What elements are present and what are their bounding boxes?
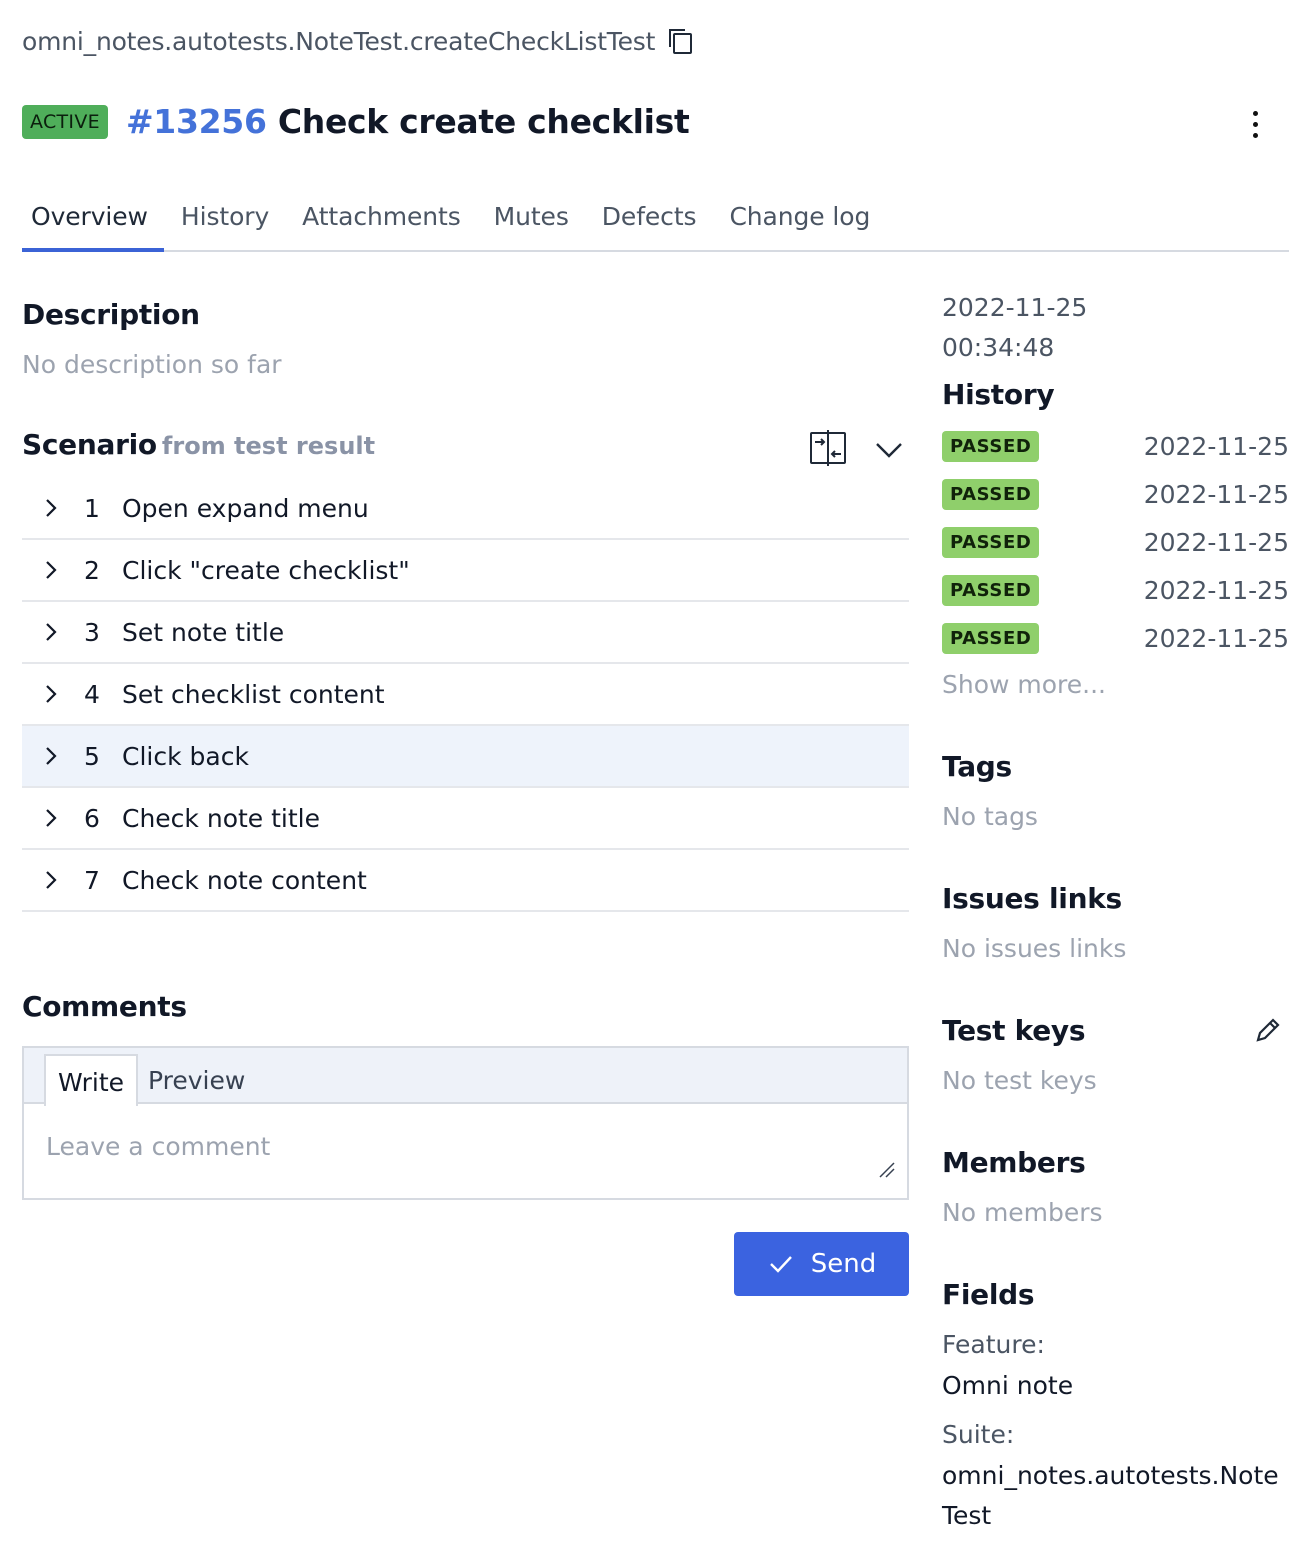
step-label: Set note title bbox=[122, 617, 285, 647]
tab-overview[interactable]: Overview bbox=[22, 190, 164, 252]
passed-badge: PASSED bbox=[942, 478, 1040, 510]
step-label: Check note title bbox=[122, 803, 320, 833]
step-label: Open expand menu bbox=[122, 493, 369, 523]
test-case-title: Check create checklist bbox=[277, 102, 690, 141]
step-label: Click "create checklist" bbox=[122, 555, 410, 585]
suite-value-line2: Test bbox=[942, 1501, 992, 1530]
scenario-step[interactable]: 5 Click back bbox=[22, 726, 909, 788]
scenario-subtitle: from test result bbox=[161, 432, 376, 460]
scenario-step[interactable]: 2 Click "create checklist" bbox=[22, 540, 909, 602]
members-title: Members bbox=[942, 1146, 1086, 1179]
copy-icon[interactable] bbox=[665, 26, 695, 56]
tab-mutes[interactable]: Mutes bbox=[485, 190, 585, 252]
show-more-link[interactable]: Show more... bbox=[942, 670, 1106, 699]
passed-badge: PASSED bbox=[942, 574, 1040, 606]
tab-defects[interactable]: Defects bbox=[593, 190, 713, 252]
step-label: Check note content bbox=[122, 865, 367, 895]
issues-empty: No issues links bbox=[942, 934, 1127, 963]
step-label: Click back bbox=[122, 741, 249, 771]
test-case-id[interactable]: #13256 bbox=[126, 102, 267, 141]
step-number: 1 bbox=[84, 493, 100, 523]
scenario-step[interactable]: 3 Set note title bbox=[22, 602, 909, 664]
tab-history[interactable]: History bbox=[172, 190, 285, 252]
send-label: Send bbox=[810, 1249, 877, 1279]
tab-bar: Overview History Attachments Mutes Defec… bbox=[22, 190, 1289, 252]
comment-tab-bar: Write Preview bbox=[24, 1048, 907, 1106]
scenario-step[interactable]: 1 Open expand menu bbox=[22, 478, 909, 540]
description-title: Description bbox=[22, 298, 200, 331]
scenario-steps: 1 Open expand menu 2 Click "create check… bbox=[22, 478, 909, 912]
tags-title: Tags bbox=[942, 750, 1012, 783]
tags-empty: No tags bbox=[942, 802, 1038, 831]
chevron-right-icon bbox=[46, 871, 57, 889]
step-number: 3 bbox=[84, 617, 100, 647]
test-keys-header: Test keys bbox=[942, 1014, 1289, 1054]
last-run-date: 2022-11-25 bbox=[942, 293, 1088, 322]
page-title: #13256 Check create checklist bbox=[126, 102, 690, 141]
history-row[interactable]: PASSED 2022-11-25 bbox=[942, 477, 1289, 511]
history-row[interactable]: PASSED 2022-11-25 bbox=[942, 429, 1289, 463]
chevron-down-icon[interactable] bbox=[872, 432, 906, 466]
status-badge: ACTIVE bbox=[22, 104, 108, 139]
history-title: History bbox=[942, 378, 1055, 411]
tab-attachments[interactable]: Attachments bbox=[293, 190, 476, 252]
suite-value-line1: omni_notes.autotests.Note bbox=[942, 1461, 1279, 1490]
chevron-right-icon bbox=[46, 809, 57, 827]
fields-title: Fields bbox=[942, 1278, 1035, 1311]
history-row[interactable]: PASSED 2022-11-25 bbox=[942, 573, 1289, 607]
step-number: 4 bbox=[84, 679, 100, 709]
members-empty: No members bbox=[942, 1198, 1103, 1227]
compare-icon[interactable] bbox=[808, 428, 848, 468]
send-button[interactable]: Send bbox=[734, 1232, 909, 1296]
comment-editor: Write Preview Leave a comment bbox=[22, 1046, 909, 1200]
scenario-step[interactable]: 6 Check note title bbox=[22, 788, 909, 850]
resize-handle-icon[interactable] bbox=[877, 1160, 895, 1178]
chevron-right-icon bbox=[46, 623, 57, 641]
chevron-right-icon bbox=[46, 685, 57, 703]
scenario-header: Scenario from test result bbox=[22, 428, 909, 468]
tab-change-log[interactable]: Change log bbox=[720, 190, 886, 252]
step-number: 2 bbox=[84, 555, 100, 585]
scenario-title: Scenario bbox=[22, 428, 157, 461]
tab-preview[interactable]: Preview bbox=[136, 1054, 257, 1104]
history-date: 2022-11-25 bbox=[1143, 431, 1289, 461]
step-label: Set checklist content bbox=[122, 679, 385, 709]
history-date: 2022-11-25 bbox=[1143, 479, 1289, 509]
chevron-right-icon bbox=[46, 499, 57, 517]
step-number: 6 bbox=[84, 803, 100, 833]
passed-badge: PASSED bbox=[942, 430, 1040, 462]
step-number: 5 bbox=[84, 741, 100, 771]
comments-title: Comments bbox=[22, 990, 187, 1023]
feature-value: Omni note bbox=[942, 1371, 1074, 1400]
check-icon bbox=[769, 1256, 792, 1273]
description-empty: No description so far bbox=[22, 350, 282, 379]
chevron-right-icon bbox=[46, 747, 57, 765]
passed-badge: PASSED bbox=[942, 526, 1040, 558]
history-date: 2022-11-25 bbox=[1143, 623, 1289, 653]
scenario-step[interactable]: 4 Set checklist content bbox=[22, 664, 909, 726]
history-row[interactable]: PASSED 2022-11-25 bbox=[942, 621, 1289, 655]
pencil-icon[interactable] bbox=[1252, 1014, 1284, 1046]
history-row[interactable]: PASSED 2022-11-25 bbox=[942, 525, 1289, 559]
breadcrumb: omni_notes.autotests.NoteTest.createChec… bbox=[22, 26, 695, 56]
passed-badge: PASSED bbox=[942, 622, 1040, 654]
title-row: ACTIVE #13256 Check create checklist bbox=[22, 102, 690, 141]
step-number: 7 bbox=[84, 865, 100, 895]
history-date: 2022-11-25 bbox=[1143, 575, 1289, 605]
feature-label: Feature: bbox=[942, 1330, 1045, 1359]
chevron-right-icon bbox=[46, 561, 57, 579]
comment-input[interactable]: Leave a comment bbox=[46, 1132, 270, 1161]
test-path: omni_notes.autotests.NoteTest.createChec… bbox=[22, 26, 656, 56]
more-vertical-icon[interactable] bbox=[1238, 104, 1272, 144]
test-keys-title: Test keys bbox=[942, 1014, 1086, 1047]
issues-title: Issues links bbox=[942, 882, 1122, 915]
history-date: 2022-11-25 bbox=[1143, 527, 1289, 557]
suite-label: Suite: bbox=[942, 1420, 1015, 1449]
test-keys-empty: No test keys bbox=[942, 1066, 1097, 1095]
last-run-time: 00:34:48 bbox=[942, 333, 1055, 362]
scenario-step[interactable]: 7 Check note content bbox=[22, 850, 909, 912]
tab-write[interactable]: Write bbox=[44, 1054, 139, 1106]
